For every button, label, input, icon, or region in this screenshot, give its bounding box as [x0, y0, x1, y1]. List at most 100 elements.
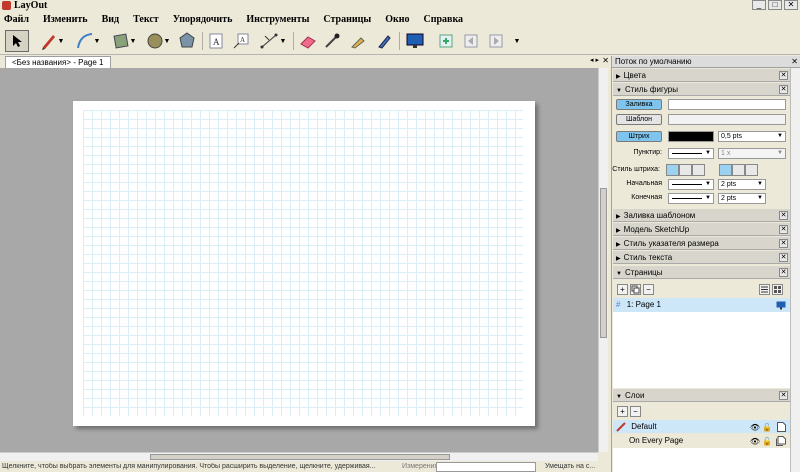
close-tab-icon[interactable]: ✕ [602, 56, 609, 65]
shared-layer-pages-icon[interactable] [776, 436, 786, 446]
zoom-select[interactable]: Умещать на с... [545, 463, 595, 470]
minimize-button[interactable]: _ [752, 0, 766, 10]
stroke-button[interactable]: Штрих [616, 131, 662, 142]
cap-square-button[interactable] [692, 164, 705, 176]
section-sketchup-model[interactable]: ▶ Модель SketchUp ✕ [613, 223, 790, 236]
thumbnail-view-button[interactable] [772, 284, 783, 295]
text-tool-button[interactable]: A [206, 30, 226, 52]
menu-edit[interactable]: Изменить [43, 14, 88, 25]
menu-arrange[interactable]: Упорядочить [173, 14, 233, 25]
dash-scale-select[interactable]: 1 x ▼ [718, 148, 786, 159]
chevron-down-icon: ▼ [705, 195, 711, 201]
document-canvas[interactable] [0, 68, 598, 452]
close-section-icon[interactable]: ✕ [779, 253, 788, 262]
menu-window[interactable]: Окно [385, 14, 409, 25]
maximize-button[interactable]: □ [768, 0, 782, 10]
menu-tools[interactable]: Инструменты [246, 14, 309, 25]
section-colors[interactable]: ▶ Цвета ✕ [613, 69, 790, 82]
cap-butt-button[interactable] [666, 164, 679, 176]
remove-page-button[interactable]: − [643, 284, 654, 295]
stroke-color-swatch[interactable] [668, 131, 714, 142]
eraser-icon [300, 36, 316, 49]
close-tray-icon[interactable]: ✕ [791, 56, 798, 68]
pattern-swatch[interactable] [668, 114, 786, 125]
page-margin [73, 101, 83, 426]
tray-scrollbar[interactable] [790, 68, 800, 472]
visibility-eye-icon[interactable]: 👁 [750, 421, 760, 434]
section-pages[interactable]: ▼ Страницы ✕ [613, 266, 790, 279]
remove-layer-button[interactable]: − [630, 406, 641, 417]
duplicate-page-button[interactable] [630, 284, 641, 295]
join-bevel-button[interactable] [745, 164, 758, 176]
close-section-icon[interactable]: ✕ [779, 225, 788, 234]
label-tool-button[interactable]: A [230, 30, 252, 52]
join-miter-button[interactable] [719, 164, 732, 176]
page-paper[interactable] [73, 101, 535, 426]
section-pattern-fill[interactable]: ▶ Заливка шаблоном ✕ [613, 209, 790, 222]
eyedropper-tool-button[interactable] [322, 30, 342, 52]
close-window-button[interactable]: ✕ [784, 0, 798, 10]
list-view-button[interactable] [759, 284, 770, 295]
cap-round-button[interactable] [679, 164, 692, 176]
close-section-icon[interactable]: ✕ [779, 211, 788, 220]
next-page-button[interactable] [485, 30, 507, 52]
canvas-vertical-scrollbar[interactable] [598, 68, 608, 452]
start-size-select[interactable]: 2 pts ▼ [718, 179, 766, 190]
horizontal-scroll-thumb[interactable] [150, 454, 450, 460]
menu-help[interactable]: Справка [424, 14, 464, 25]
menu-pages[interactable]: Страницы [323, 14, 371, 25]
add-layer-button[interactable]: + [617, 406, 628, 417]
canvas-horizontal-scrollbar[interactable] [0, 452, 598, 461]
close-section-icon[interactable]: ✕ [779, 391, 788, 400]
eraser-tool-button[interactable] [298, 30, 318, 52]
layer-item-default[interactable]: Default 👁 🔓 [613, 420, 790, 433]
shared-layer-page-icon[interactable] [777, 422, 786, 432]
tab-scroll-arrows-icon[interactable]: ◂ ▸ [590, 56, 599, 64]
join-round-button[interactable] [732, 164, 745, 176]
menu-view[interactable]: Вид [102, 14, 120, 25]
select-tool-button[interactable] [5, 30, 29, 52]
arc-tool-button[interactable]: ▼ [72, 30, 104, 52]
stroke-width-select[interactable]: 0,5 pts ▼ [718, 131, 786, 142]
page-list-item[interactable]: # 1: Page 1 [613, 298, 790, 312]
menu-text[interactable]: Текст [133, 14, 159, 25]
close-section-icon[interactable]: ✕ [779, 85, 788, 94]
fill-button[interactable]: Заливка [616, 99, 662, 110]
lock-icon[interactable]: 🔓 [762, 421, 772, 434]
split-tool-button[interactable] [374, 30, 394, 52]
dash-select[interactable]: ▼ [668, 148, 714, 159]
dimension-tool-button[interactable]: ▼ [256, 30, 290, 52]
previous-page-button[interactable] [460, 30, 482, 52]
section-layers[interactable]: ▼ Слои ✕ [613, 389, 790, 402]
menu-file[interactable]: Файл [4, 14, 29, 25]
section-shape-style[interactable]: ▼ Стиль фигуры ✕ [613, 83, 790, 96]
close-section-icon[interactable]: ✕ [779, 239, 788, 248]
add-page-button[interactable] [435, 30, 457, 52]
fill-color-swatch[interactable] [668, 99, 786, 110]
add-page-small-button[interactable]: + [617, 284, 628, 295]
close-section-icon[interactable]: ✕ [779, 268, 788, 277]
presentation-button[interactable] [404, 30, 426, 52]
tab-document[interactable]: <Без названия> - Page 1 [5, 56, 111, 68]
polygon-tool-button[interactable] [176, 30, 198, 52]
circle-tool-button[interactable]: ▼ [142, 30, 174, 52]
lock-icon[interactable]: 🔓 [762, 435, 772, 448]
presentation-icon [406, 33, 424, 48]
vertical-scroll-thumb[interactable] [600, 188, 607, 338]
toolbar-overflow-button[interactable]: ▼ [510, 30, 524, 52]
section-text-style[interactable]: ▶ Стиль текста ✕ [613, 251, 790, 264]
pattern-button[interactable]: Шаблон [616, 114, 662, 125]
rectangle-tool-button[interactable]: ▼ [108, 30, 140, 52]
visibility-eye-icon[interactable]: 👁 [750, 435, 760, 448]
layer-item-on-every-page[interactable]: On Every Page 👁 🔓 [613, 434, 790, 447]
close-section-icon[interactable]: ✕ [779, 71, 788, 80]
presentation-icon[interactable] [776, 301, 786, 310]
end-arrow-select[interactable]: ▼ [668, 193, 714, 204]
section-dimension-style[interactable]: ▶ Стиль указателя размера ✕ [613, 237, 790, 250]
end-size-select[interactable]: 2 pts ▼ [718, 193, 766, 204]
start-arrow-label: Начальная [626, 180, 662, 187]
measurements-input[interactable] [436, 462, 536, 472]
start-arrow-select[interactable]: ▼ [668, 179, 714, 190]
paint-bucket-tool-button[interactable] [348, 30, 368, 52]
pencil-tool-button[interactable]: ▼ [36, 30, 68, 52]
